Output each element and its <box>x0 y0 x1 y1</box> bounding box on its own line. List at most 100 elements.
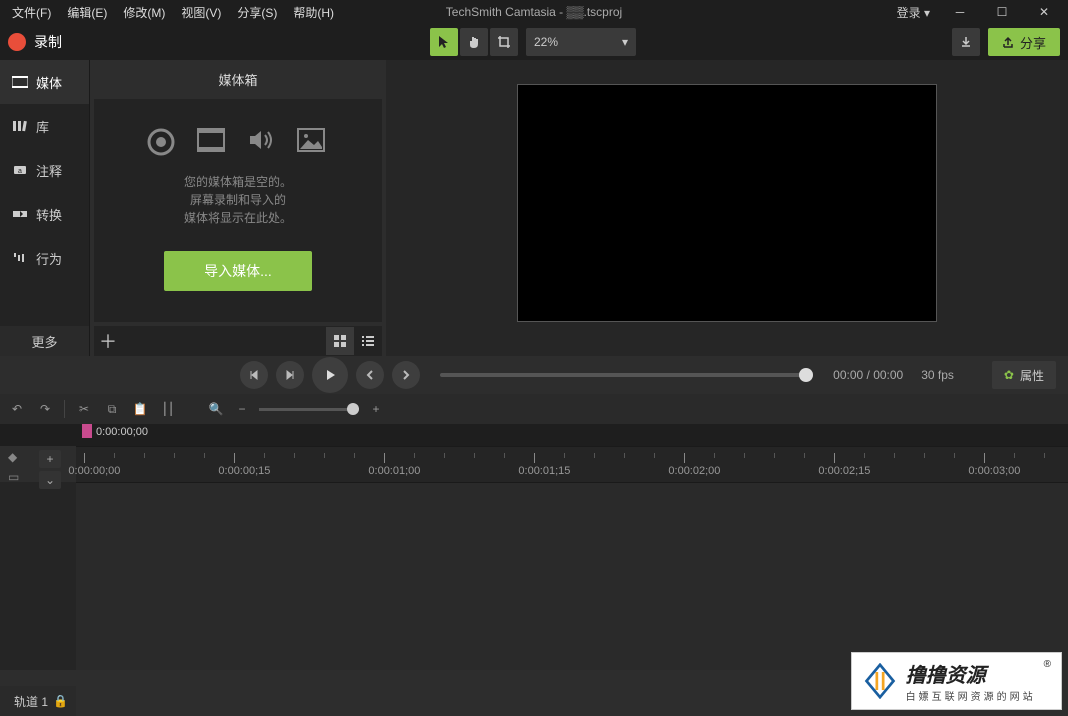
lock-icon[interactable]: 🔒 <box>53 694 68 708</box>
paste-button[interactable]: 📋 <box>131 400 149 418</box>
sidebar-item-transition[interactable]: 转换 <box>0 192 89 236</box>
playback-bar: 00:00 / 00:00 30 fps ✿ 属性 <box>0 356 1068 394</box>
menu-file[interactable]: 文件(F) <box>4 1 59 24</box>
record-icon[interactable] <box>8 33 26 51</box>
import-media-button[interactable]: 导入媒体... <box>164 251 312 291</box>
zoom-in-button[interactable]: + <box>367 400 385 418</box>
split-button[interactable]: ⎮⎮ <box>159 400 177 418</box>
menu-view[interactable]: 视图(V) <box>173 1 229 24</box>
ruler-label: 0:00:01;15 <box>518 465 570 477</box>
edit-toolbar: ↶ ↷ ✂ ⧉ 📋 ⎮⎮ 🔍 − + <box>0 394 1068 424</box>
sidebar-label: 库 <box>36 117 49 136</box>
timeline-ruler[interactable]: 0:00:00;000:00:00;150:00:01;000:00:01;15… <box>76 446 1068 482</box>
menu-modify[interactable]: 修改(M) <box>115 1 173 24</box>
timeline-header[interactable]: 0:00:00;00 <box>0 424 1068 446</box>
timeline: 0:00:00;00 ◆ ▭ + ⌄ 0:00:00;000:00:00;150… <box>0 424 1068 716</box>
zoom-value: 22% <box>534 35 558 49</box>
ruler-label: 0:00:01;00 <box>368 465 420 477</box>
timeline-zoom-slider[interactable] <box>259 408 359 411</box>
undo-button[interactable]: ↶ <box>8 400 26 418</box>
step-back-button[interactable] <box>356 361 384 389</box>
playhead[interactable]: 0:00:00;00 <box>82 424 92 438</box>
svg-text:a: a <box>18 168 22 175</box>
maximize-button[interactable]: ☐ <box>982 0 1022 24</box>
sidebar-item-media[interactable]: 媒体 <box>0 60 89 104</box>
record-label[interactable]: 录制 <box>34 32 62 52</box>
gear-icon: ✿ <box>1004 368 1014 382</box>
zoom-select[interactable]: 22% ▾ <box>526 28 636 56</box>
add-button[interactable]: ＋ <box>94 327 122 355</box>
sidebar-item-behavior[interactable]: 行为 <box>0 236 89 280</box>
preview-canvas[interactable] <box>517 84 937 322</box>
ruler-label: 0:00:02;15 <box>818 465 870 477</box>
sidebar-item-annotation[interactable]: a 注释 <box>0 148 89 192</box>
watermark-logo <box>862 663 898 699</box>
menu-edit[interactable]: 编辑(E) <box>59 1 115 24</box>
download-button[interactable] <box>952 28 980 56</box>
watermark: 撸撸资源 白嫖互联网资源的网站 ® <box>851 652 1062 710</box>
cut-button[interactable]: ✂ <box>75 400 93 418</box>
login-button[interactable]: 登录 ▾ <box>889 4 938 21</box>
close-button[interactable]: ✕ <box>1024 0 1064 24</box>
minimize-button[interactable]: ─ <box>940 0 980 24</box>
add-track-button[interactable]: + <box>39 450 61 468</box>
step-forward-button[interactable] <box>392 361 420 389</box>
sidebar: 媒体 库 a 注释 转换 行为 更多 <box>0 60 90 356</box>
library-icon <box>12 120 28 132</box>
copy-button[interactable]: ⧉ <box>103 400 121 418</box>
playhead-time: 0:00:00;00 <box>96 426 148 438</box>
media-panel: 媒体箱 您的媒体箱是空的。 屏幕录制和导入的 媒体将显示在此处。 导入媒体...… <box>90 60 386 356</box>
behavior-icon <box>12 252 28 264</box>
effects-icon[interactable]: ▭ <box>8 470 19 484</box>
upload-icon <box>1002 36 1014 48</box>
audio-icon <box>246 127 280 153</box>
window-title: TechSmith Camtasia - ▒▒.tscproj <box>446 5 622 19</box>
menu-help[interactable]: 帮助(H) <box>285 1 342 24</box>
search-icon: 🔍 <box>207 400 225 418</box>
play-button[interactable] <box>312 357 348 393</box>
marker-icon[interactable]: ◆ <box>8 450 19 464</box>
grid-view-button[interactable] <box>326 327 354 355</box>
collapse-track-button[interactable]: ⌄ <box>39 471 61 489</box>
menu-bar: 文件(F) 编辑(E) 修改(M) 视图(V) 分享(S) 帮助(H) Tech… <box>0 0 1068 24</box>
crop-tool[interactable] <box>490 28 518 56</box>
pan-tool[interactable] <box>460 28 488 56</box>
chevron-down-icon: ▾ <box>622 35 628 49</box>
sidebar-label: 媒体 <box>36 73 62 92</box>
list-view-button[interactable] <box>354 327 382 355</box>
zoom-knob[interactable] <box>347 403 359 415</box>
ruler-label: 0:00:00;00 <box>68 465 120 477</box>
watermark-r: ® <box>1044 659 1051 670</box>
properties-button[interactable]: ✿ 属性 <box>992 361 1056 389</box>
grid-icon <box>333 334 347 348</box>
empty-text-3: 媒体将显示在此处。 <box>184 209 292 227</box>
properties-label: 属性 <box>1020 367 1044 384</box>
track-1-label[interactable]: 轨道 1 🔒 <box>0 686 76 716</box>
watermark-sub: 白嫖互联网资源的网站 <box>906 688 1036 703</box>
sidebar-item-library[interactable]: 库 <box>0 104 89 148</box>
ruler-label: 0:00:03;00 <box>968 465 1020 477</box>
watermark-main: 撸撸资源 <box>906 659 1036 688</box>
select-tool[interactable] <box>430 28 458 56</box>
seek-knob[interactable] <box>799 368 813 382</box>
ruler-label: 0:00:02;00 <box>668 465 720 477</box>
panel-title: 媒体箱 <box>90 60 386 99</box>
panel-body: 您的媒体箱是空的。 屏幕录制和导入的 媒体将显示在此处。 导入媒体... <box>94 99 382 322</box>
sidebar-label: 转换 <box>36 205 62 224</box>
share-button[interactable]: 分享 <box>988 28 1060 56</box>
record-toolbar: 录制 22% ▾ 分享 <box>0 24 1068 60</box>
sidebar-more[interactable]: 更多 <box>0 326 89 356</box>
playback-fps[interactable]: 30 fps <box>921 368 954 382</box>
menu-share[interactable]: 分享(S) <box>229 1 285 24</box>
track-1-area[interactable] <box>76 482 1068 670</box>
seek-slider[interactable] <box>440 373 813 377</box>
zoom-out-button[interactable]: − <box>233 400 251 418</box>
playback-time: 00:00 / 00:00 <box>833 368 903 382</box>
film-icon <box>196 127 230 153</box>
redo-button[interactable]: ↷ <box>36 400 54 418</box>
next-frame-button[interactable] <box>276 361 304 389</box>
list-icon <box>361 334 375 348</box>
main-area: 媒体 库 a 注释 转换 行为 更多 媒体箱 您的媒体箱 <box>0 60 1068 356</box>
sidebar-label: 注释 <box>36 161 62 180</box>
prev-frame-button[interactable] <box>240 361 268 389</box>
